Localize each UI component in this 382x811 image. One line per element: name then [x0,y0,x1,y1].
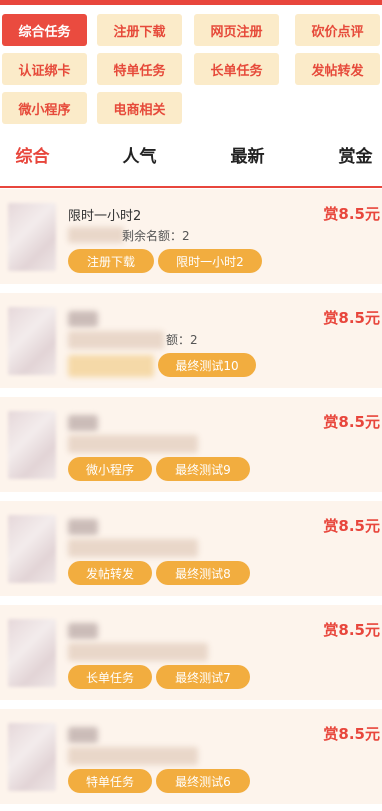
task-remaining: 额：2 [166,333,198,347]
task-reward: 赏8.5元 [323,205,380,223]
task-thumbnail [8,411,56,479]
task-card[interactable]: 赏8.5元 微小程序 最终测试9 [0,397,382,497]
blurred-title [68,519,98,535]
category-chip-mini-program[interactable]: 微小程序 [2,92,87,124]
category-chip-verify-bind-card[interactable]: 认证绑卡 [2,53,87,85]
task-tag[interactable]: 最终测试10 [158,353,256,377]
blurred-title [68,727,98,743]
task-tag[interactable]: 微小程序 [68,457,152,481]
blurred-text [68,227,124,243]
task-title: 限时一小时2 [68,209,142,224]
task-tag[interactable]: 长单任务 [68,665,152,689]
blurred-title [68,311,98,327]
task-reward: 赏8.5元 [323,517,380,535]
tab-comprehensive[interactable]: 综合 [0,132,80,177]
task-thumbnail [8,619,56,687]
task-tag[interactable]: 最终测试9 [156,457,250,481]
task-tag[interactable]: 最终测试7 [156,665,250,689]
task-thumbnail [8,515,56,583]
blurred-title [68,623,98,639]
tab-reward[interactable]: 赏金 [308,132,382,177]
category-chip-register-download[interactable]: 注册下载 [97,14,182,46]
task-tag[interactable]: 发帖转发 [68,561,152,585]
blurred-title [68,415,98,431]
blurred-text [68,435,198,453]
task-tag[interactable]: 特单任务 [68,769,152,793]
category-chip-bargain-review[interactable]: 砍价点评 [295,14,380,46]
blurred-text [68,747,198,765]
task-reward: 赏8.5元 [323,309,380,327]
task-tag[interactable]: 限时一小时2 [158,249,262,273]
task-tag[interactable]: 最终测试8 [156,561,250,585]
blurred-tag [68,355,154,377]
task-thumbnail [8,203,56,271]
task-remaining: 剩余名额：2 [122,229,190,243]
blurred-text [68,331,164,349]
task-reward: 赏8.5元 [323,621,380,639]
category-chip-web-register[interactable]: 网页注册 [194,14,279,46]
category-chip-long-order[interactable]: 长单任务 [194,53,279,85]
task-card[interactable]: 赏8.5元 发帖转发 最终测试8 [0,501,382,601]
task-tag[interactable]: 注册下载 [68,249,154,273]
task-card[interactable]: 赏8.5元 特单任务 最终测试6 [0,709,382,809]
top-accent-bar [0,0,382,5]
sort-tabs: 综合 人气 最新 赏金 [0,132,382,177]
tab-divider [0,186,382,188]
tab-newest[interactable]: 最新 [200,132,295,177]
task-thumbnail [8,307,56,375]
task-tag[interactable]: 最终测试6 [156,769,250,793]
task-card[interactable]: 赏8.5元 长单任务 最终测试7 [0,605,382,705]
task-list: 限时一小时2 剩余名额：2 赏8.5元 注册下载 限时一小时2 额：2 赏8.5… [0,189,382,811]
blurred-text [68,643,208,661]
category-chip-special-order[interactable]: 特单任务 [97,53,182,85]
category-grid: 综合任务 注册下载 网页注册 砍价点评 认证绑卡 特单任务 长单任务 发帖转发 … [0,8,382,126]
blurred-text [68,539,198,557]
task-card[interactable]: 额：2 赏8.5元 最终测试10 [0,293,382,393]
category-chip-comprehensive[interactable]: 综合任务 [2,14,87,46]
task-reward: 赏8.5元 [323,413,380,431]
tab-popularity[interactable]: 人气 [92,132,187,177]
category-chip-ecommerce[interactable]: 电商相关 [97,92,182,124]
category-chip-post-repost[interactable]: 发帖转发 [295,53,380,85]
task-card[interactable]: 限时一小时2 剩余名额：2 赏8.5元 注册下载 限时一小时2 [0,189,382,289]
task-reward: 赏8.5元 [323,725,380,743]
task-thumbnail [8,723,56,791]
